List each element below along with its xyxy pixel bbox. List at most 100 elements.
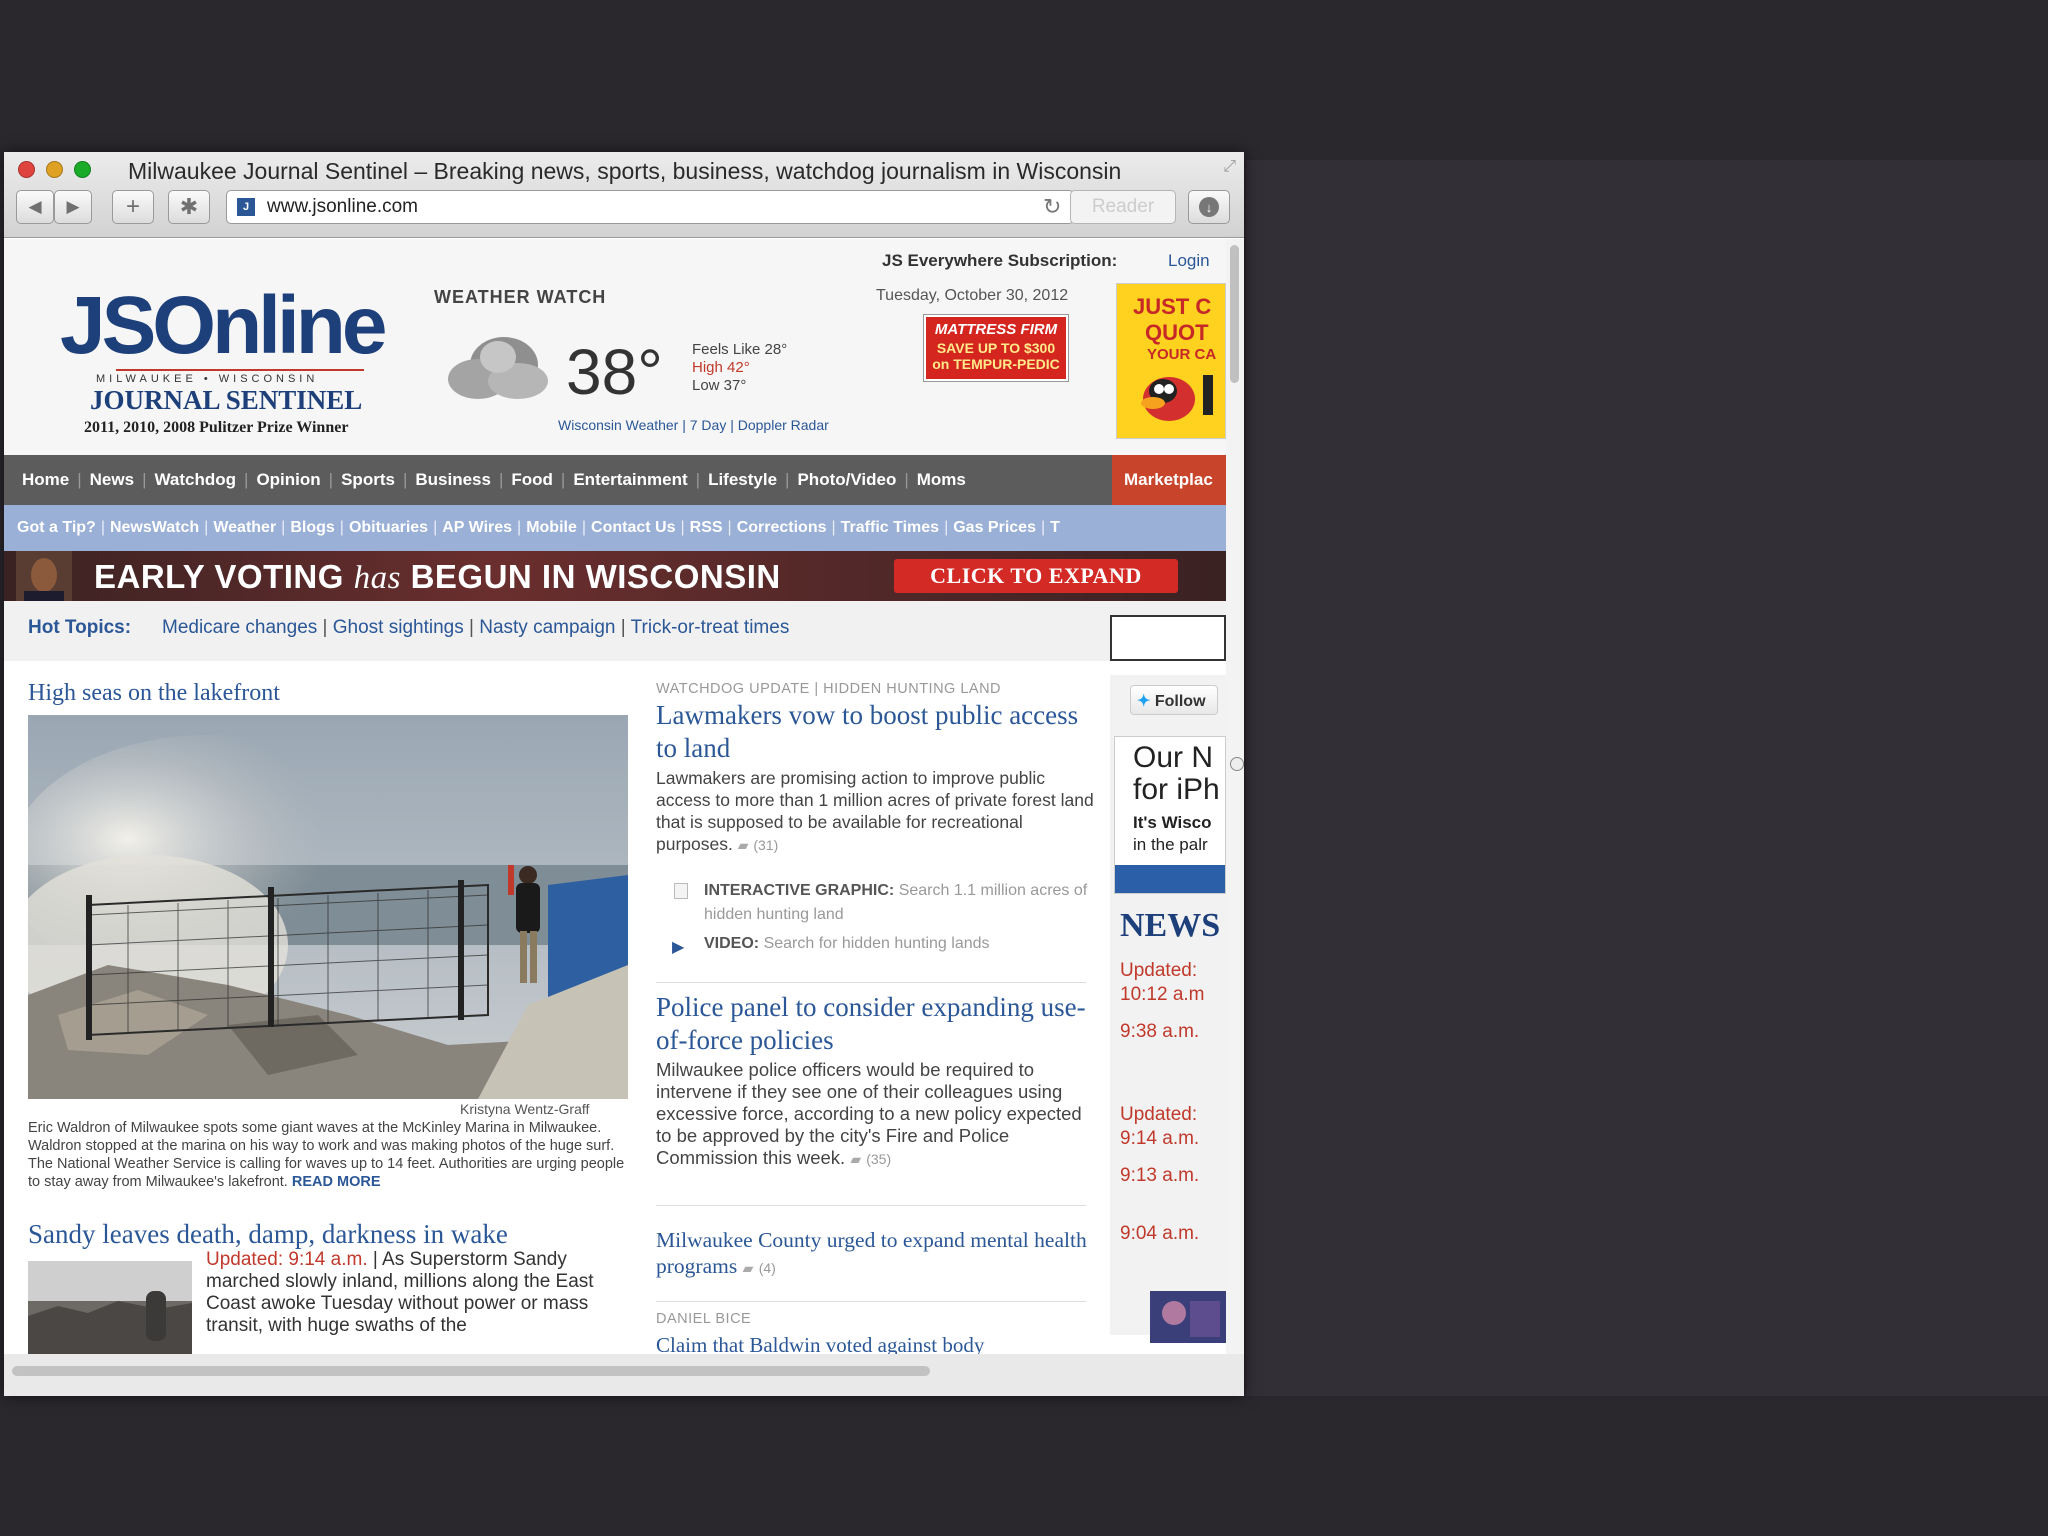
- divider: [656, 982, 1086, 983]
- story-sandy-headline[interactable]: Sandy leaves death, damp, darkness in wa…: [28, 1219, 508, 1250]
- story-mental-health-comments: (4): [758, 1260, 776, 1276]
- fullscreen-icon[interactable]: ⤢: [1223, 158, 1236, 176]
- video-text: Search for hidden hunting lands: [763, 935, 990, 952]
- update-time: 9:14 a.m.: [1120, 1128, 1200, 1149]
- click-to-expand-button[interactable]: CLICK TO EXPAND: [894, 559, 1178, 593]
- search-input[interactable]: [1110, 615, 1226, 661]
- nav-food[interactable]: Food: [503, 470, 561, 490]
- photo-credit: Kristyna Wentz-Graff: [460, 1101, 590, 1117]
- story-mental-health-headline[interactable]: Milwaukee County urged to expand mental …: [656, 1227, 1096, 1281]
- news-update-1[interactable]: Updated: 10:12 a.m: [1120, 959, 1205, 1007]
- hot-topic-nasty-campaign[interactable]: Nasty campaign: [479, 617, 615, 638]
- plus-icon: +: [125, 193, 140, 220]
- nav-home[interactable]: Home: [14, 470, 77, 490]
- bookmarks-button[interactable]: ✱: [168, 190, 210, 224]
- story-lawmakers-headline[interactable]: Lawmakers vow to boost public access to …: [656, 699, 1096, 765]
- forward-icon: ▶: [66, 197, 80, 216]
- lead-photo[interactable]: [28, 715, 628, 1099]
- subscription-label: JS Everywhere Subscription:: [882, 251, 1118, 270]
- twitter-follow-button[interactable]: ✦ Follow: [1130, 685, 1218, 715]
- subnav-mobile[interactable]: Mobile: [521, 519, 582, 537]
- hot-topic-ghost-sightings[interactable]: Ghost sightings: [333, 617, 464, 638]
- nav-business[interactable]: Business: [407, 470, 499, 490]
- comment-icon[interactable]: ▰: [738, 837, 749, 853]
- news-update-3[interactable]: Updated: 9:14 a.m.: [1120, 1103, 1199, 1151]
- sandy-thumbnail[interactable]: [28, 1261, 192, 1354]
- subnav-corrections[interactable]: Corrections: [732, 519, 832, 537]
- subnav-got-a-tip[interactable]: Got a Tip?: [12, 519, 101, 537]
- watchdog-kicker[interactable]: WATCHDOG UPDATE | HIDDEN HUNTING LAND: [656, 681, 1001, 697]
- subnav-contact-us[interactable]: Contact Us: [586, 519, 680, 537]
- graphic-icon: [674, 883, 688, 899]
- nav-news[interactable]: News: [82, 470, 142, 490]
- subnav-newswatch[interactable]: NewsWatch: [105, 519, 204, 537]
- news-update-5[interactable]: 9:04 a.m.: [1120, 1223, 1199, 1245]
- iphone-app-ad[interactable]: Our N for iPh It's Wisco in the palr: [1114, 736, 1226, 894]
- subnav-obituaries[interactable]: Obituaries: [344, 519, 433, 537]
- weather-links[interactable]: Wisconsin Weather | 7 Day | Doppler Rada…: [558, 417, 829, 433]
- reader-button[interactable]: Reader: [1070, 190, 1176, 224]
- early-voting-banner[interactable]: EARLY VOTING has BEGUN IN WISCONSIN CLIC…: [4, 551, 1226, 601]
- ad-stripe: [1115, 865, 1225, 893]
- zoom-window-button[interactable]: [74, 161, 91, 178]
- forward-button[interactable]: ▶: [54, 190, 92, 224]
- subnav-rss[interactable]: RSS: [685, 519, 728, 537]
- lead-heading[interactable]: High seas on the lakefront: [28, 680, 280, 707]
- separator: |: [615, 617, 631, 638]
- nav-opinion[interactable]: Opinion: [248, 470, 328, 490]
- nav-watchdog[interactable]: Watchdog: [147, 470, 245, 490]
- graphic-label: INTERACTIVE GRAPHIC:: [704, 882, 895, 899]
- story-lawmakers-comments[interactable]: (31): [753, 837, 778, 853]
- resize-handle[interactable]: [1230, 757, 1244, 771]
- secondary-navigation: Got a Tip? | NewsWatch | Weather | Blogs | Obitu…: [4, 505, 1226, 551]
- bice-kicker[interactable]: DANIEL BICE: [656, 1311, 751, 1327]
- subnav-t[interactable]: T: [1045, 519, 1065, 537]
- downloads-button[interactable]: ↓: [1188, 190, 1230, 224]
- window-title: Milwaukee Journal Sentinel – Breaking ne…: [128, 158, 1122, 184]
- news-update-2[interactable]: 9:38 a.m.: [1120, 1021, 1199, 1043]
- vertical-scroll-thumb[interactable]: [1230, 245, 1239, 383]
- nav-sports[interactable]: Sports: [333, 470, 403, 490]
- mattress-ad[interactable]: MATTRESS FIRM SAVE UP TO $300 on TEMPUR-…: [923, 314, 1069, 382]
- hot-topic-medicare-changes[interactable]: Medicare changes: [162, 617, 317, 638]
- nav-lifestyle[interactable]: Lifestyle: [700, 470, 785, 490]
- subnav-traffic-times[interactable]: Traffic Times: [836, 519, 944, 537]
- side-ad-line3: YOUR CA: [1147, 346, 1217, 363]
- reload-icon[interactable]: ↻: [1043, 194, 1061, 220]
- minimize-window-button[interactable]: [46, 161, 63, 178]
- news-update-4[interactable]: 9:13 a.m.: [1120, 1165, 1199, 1187]
- read-more-link[interactable]: READ MORE: [292, 1174, 381, 1190]
- subnav-gas-prices[interactable]: Gas Prices: [948, 519, 1041, 537]
- vertical-scrollbar[interactable]: [1226, 239, 1244, 1354]
- horizontal-scroll-thumb[interactable]: [12, 1366, 930, 1376]
- story-baldwin-headline[interactable]: Claim that Baldwin voted against body: [656, 1333, 984, 1354]
- login-link[interactable]: Login: [1168, 251, 1210, 271]
- cloud-icon: [448, 337, 548, 399]
- back-button[interactable]: ◀: [16, 190, 54, 224]
- side-ad-line2: QUOT: [1145, 320, 1209, 345]
- site-logo[interactable]: JSOnline: [60, 285, 387, 367]
- address-bar[interactable]: J www.jsonline.com ↻: [226, 190, 1074, 224]
- new-tab-button[interactable]: +: [112, 190, 154, 224]
- horizontal-scrollbar[interactable]: [4, 1354, 1244, 1396]
- subnav-blogs[interactable]: Blogs: [285, 519, 339, 537]
- subnav-weather[interactable]: Weather: [208, 519, 281, 537]
- hot-topic-trick-or-treat-times[interactable]: Trick-or-treat times: [631, 617, 790, 638]
- logo-paper-name: JOURNAL SENTINEL: [90, 385, 363, 415]
- nav-marketplace[interactable]: Marketplac: [1112, 455, 1226, 505]
- close-window-button[interactable]: [18, 161, 35, 178]
- story-police-headline[interactable]: Police panel to consider expanding use-o…: [656, 991, 1096, 1057]
- video-link[interactable]: VIDEO: Search for hidden hunting lands: [704, 935, 990, 953]
- comment-icon[interactable]: ▰: [850, 1151, 861, 1167]
- video-icon: ▶: [672, 939, 685, 956]
- nav-moms[interactable]: Moms: [909, 470, 974, 490]
- page-viewport[interactable]: JS Everywhere Subscription: Login JSOnli…: [4, 239, 1226, 1354]
- story-police-comments[interactable]: (35): [866, 1151, 891, 1167]
- interactive-graphic-link[interactable]: INTERACTIVE GRAPHIC: Search 1.1 million …: [704, 879, 1104, 927]
- subnav-ap-wires[interactable]: AP Wires: [437, 519, 517, 537]
- update-label: Updated:: [1120, 960, 1198, 981]
- insurance-ad[interactable]: JUST C QUOT YOUR CA: [1116, 283, 1226, 439]
- nav-entertainment[interactable]: Entertainment: [565, 470, 695, 490]
- nav-photo-video[interactable]: Photo/Video: [789, 470, 904, 490]
- news-thumbnail[interactable]: [1150, 1291, 1226, 1343]
